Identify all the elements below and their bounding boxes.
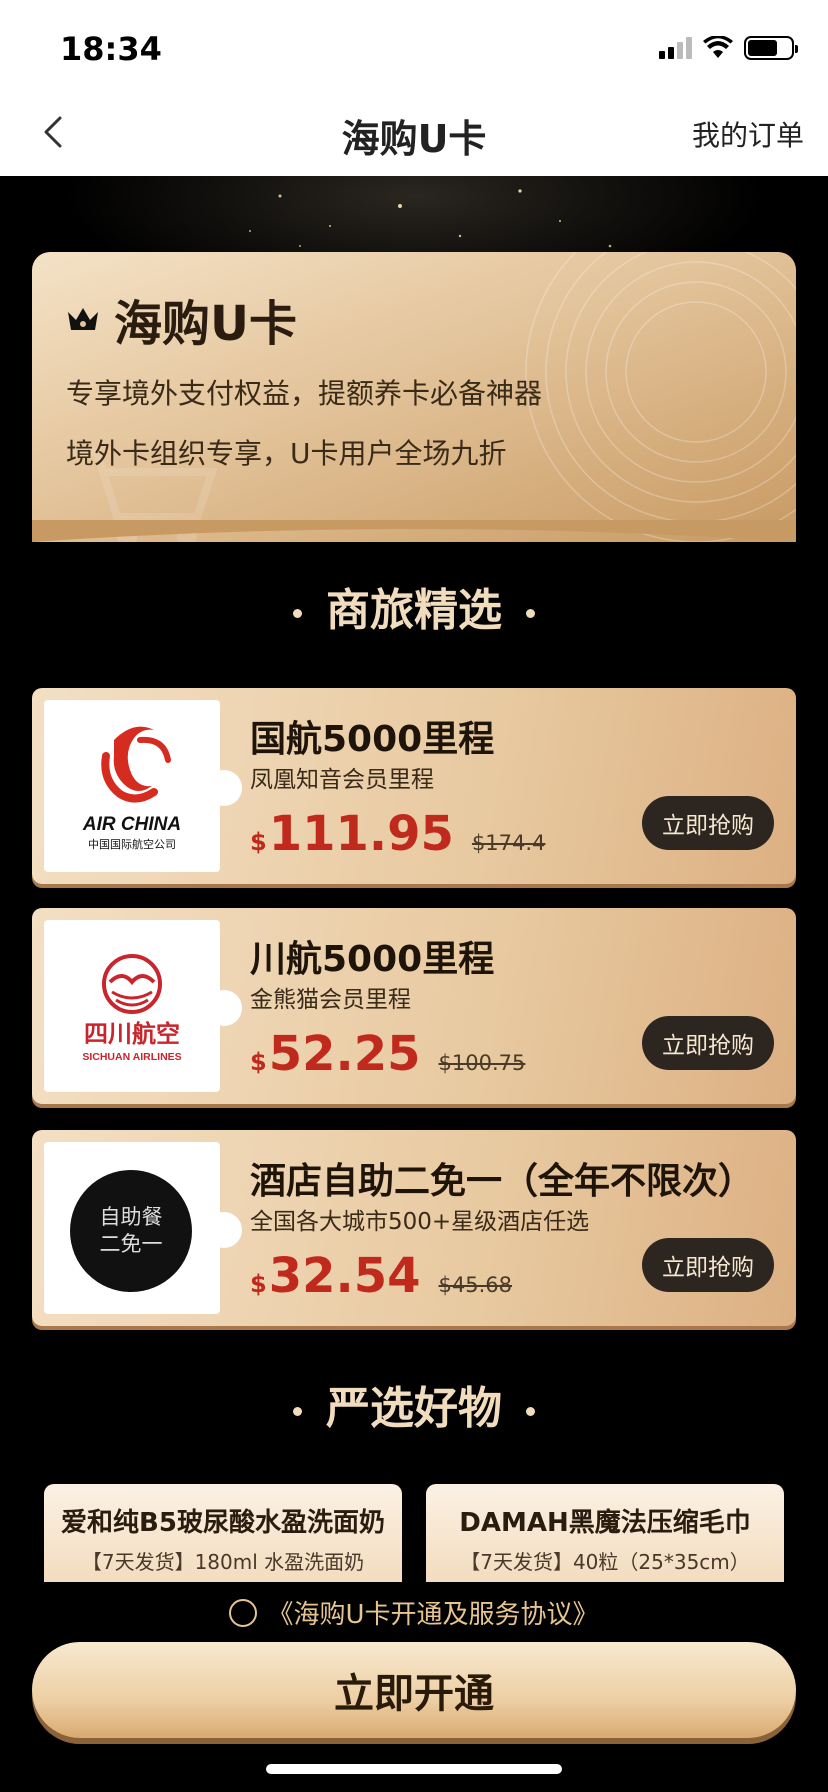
bottom-panel: 《海购U卡开通及服务协议》 立即开通 bbox=[0, 1582, 828, 1792]
original-price: $45.68 bbox=[438, 1273, 513, 1297]
status-icons bbox=[659, 36, 798, 60]
product-price: $52.25 $100.75 bbox=[250, 1026, 526, 1082]
card-notch bbox=[206, 770, 242, 806]
battery-icon bbox=[744, 36, 798, 60]
agreement-link[interactable]: 《海购U卡开通及服务协议》 bbox=[267, 1594, 598, 1631]
svg-text:中国国际航空公司: 中国国际航空公司 bbox=[88, 837, 176, 851]
my-orders-link[interactable]: 我的订单 bbox=[692, 114, 804, 154]
activate-button[interactable]: 立即开通 bbox=[32, 1642, 796, 1738]
section-title-selected-goods: 严选好物 bbox=[0, 1372, 828, 1436]
wifi-icon bbox=[703, 36, 733, 58]
air-china-logo: AIR CHINA 中国国际航空公司 bbox=[44, 700, 220, 872]
goods-desc: 【7天发货】180ml 水盈洗面奶 bbox=[81, 1550, 365, 1574]
buffet-logo: 自助餐 二免一 bbox=[44, 1142, 220, 1314]
goods-desc: 【7天发货】40粒（25*35cm） bbox=[460, 1550, 750, 1574]
hero-benefit-line: 境外卡组织专享，U卡用户全场九折 bbox=[66, 437, 507, 470]
hero-card: 海购U卡 专享境外支付权益，提额养卡必备神器 境外卡组织专享，U卡用户全场九折 bbox=[32, 252, 796, 542]
product-card[interactable]: AIR CHINA 中国国际航空公司 国航5000里程 凤凰知音会员里程 $11… bbox=[32, 688, 796, 884]
hero-title-row: 海购U卡 bbox=[66, 284, 297, 354]
section-title-business-travel: 商旅精选 bbox=[0, 574, 828, 638]
card-notch bbox=[206, 990, 242, 1026]
product-name: 酒店自助二免一（全年不限次） bbox=[250, 1161, 755, 1202]
hero-title: 海购U卡 bbox=[114, 296, 297, 352]
buffet-badge: 自助餐 二免一 bbox=[70, 1170, 192, 1292]
goods-card[interactable]: DAMAH黑魔法压缩毛巾 【7天发货】40粒（25*35cm） bbox=[426, 1484, 784, 1584]
crown-icon bbox=[68, 308, 98, 330]
hero-benefit-line: 专享境外支付权益，提额养卡必备神器 bbox=[66, 377, 543, 410]
sichuan-airlines-logo: 四川航空 SICHUAN AIRLINES bbox=[44, 920, 220, 1092]
buy-now-button[interactable]: 立即抢购 bbox=[642, 1016, 774, 1070]
ring-decoration bbox=[525, 252, 796, 542]
agreement-row: 《海购U卡开通及服务协议》 bbox=[0, 1594, 828, 1631]
product-card[interactable]: 自助餐 二免一 酒店自助二免一（全年不限次） 全国各大城市500+星级酒店任选 … bbox=[32, 1130, 796, 1326]
product-name: 国航5000里程 bbox=[250, 719, 495, 760]
buy-now-button[interactable]: 立即抢购 bbox=[642, 1238, 774, 1292]
home-indicator bbox=[266, 1764, 562, 1774]
product-desc: 全国各大城市500+星级酒店任选 bbox=[250, 1209, 590, 1235]
product-price: $111.95 $174.4 bbox=[250, 806, 546, 862]
status-bar: 18:34 bbox=[0, 0, 828, 100]
product-price: $32.54 $45.68 bbox=[250, 1248, 513, 1304]
goods-name: 爱和纯B5玻尿酸水盈洗面奶 bbox=[61, 1508, 385, 1538]
original-price: $100.75 bbox=[438, 1051, 526, 1075]
svg-text:四川航空: 四川航空 bbox=[84, 1020, 180, 1048]
buy-now-button[interactable]: 立即抢购 bbox=[642, 796, 774, 850]
svg-text:AIR CHINA: AIR CHINA bbox=[82, 814, 181, 835]
svg-text:SICHUAN AIRLINES: SICHUAN AIRLINES bbox=[82, 1051, 181, 1063]
hero-bottom-curve bbox=[32, 520, 796, 542]
product-desc: 金熊猫会员里程 bbox=[250, 987, 411, 1013]
product-name: 川航5000里程 bbox=[250, 939, 495, 980]
nav-bar: 海购U卡 我的订单 bbox=[0, 100, 828, 176]
product-card[interactable]: 四川航空 SICHUAN AIRLINES 川航5000里程 金熊猫会员里程 $… bbox=[32, 908, 796, 1104]
cellular-signal-icon bbox=[659, 37, 692, 59]
goods-name: DAMAH黑魔法压缩毛巾 bbox=[459, 1508, 751, 1538]
goods-card[interactable]: 爱和纯B5玻尿酸水盈洗面奶 【7天发货】180ml 水盈洗面奶 bbox=[44, 1484, 402, 1584]
card-notch bbox=[206, 1212, 242, 1248]
agreement-radio[interactable] bbox=[229, 1598, 258, 1627]
status-time: 18:34 bbox=[60, 30, 162, 68]
product-desc: 凤凰知音会员里程 bbox=[250, 767, 434, 793]
original-price: $174.4 bbox=[471, 831, 546, 855]
